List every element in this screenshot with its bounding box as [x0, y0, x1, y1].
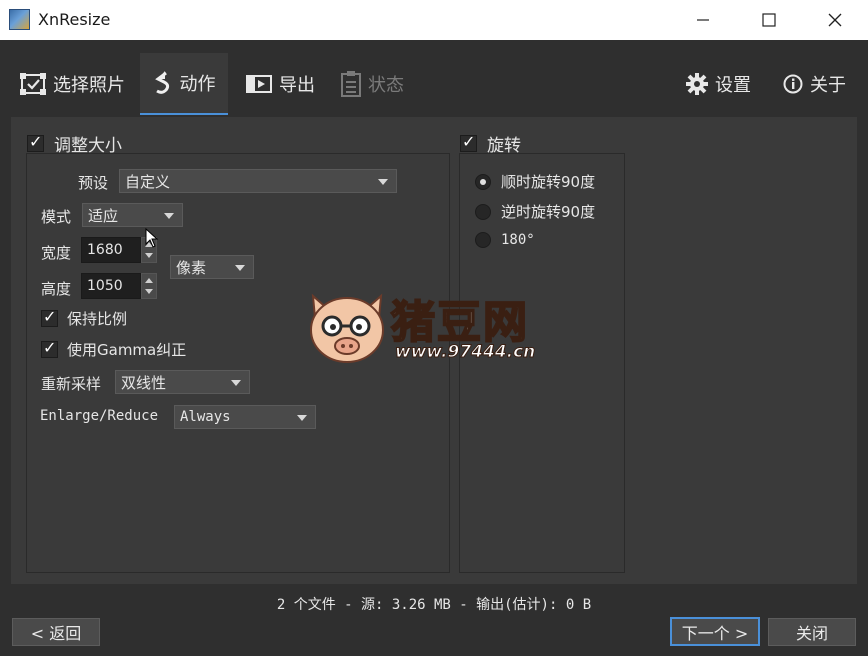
preset-select[interactable]: 自定义	[119, 169, 397, 193]
export-icon	[246, 75, 272, 93]
chevron-down-icon	[164, 213, 174, 219]
rotate-180-label: 180°	[501, 232, 535, 248]
tab-label: 动作	[179, 74, 216, 95]
chevron-down-icon	[378, 179, 388, 185]
unit-select[interactable]: 像素	[170, 255, 254, 279]
pig-logo-icon	[310, 293, 384, 363]
width-label: 宽度	[41, 244, 72, 262]
mode-label: 模式	[41, 208, 72, 226]
keep-ratio-checkbox[interactable]	[41, 307, 58, 327]
status-icon	[341, 71, 361, 97]
height-label: 高度	[41, 280, 72, 298]
rotate-ccw-option[interactable]: 逆时旋转90度	[475, 201, 595, 222]
height-spinbox[interactable]: 1050	[81, 273, 157, 299]
arrow-up-icon[interactable]	[145, 278, 153, 283]
tab-label: 状态	[368, 75, 404, 96]
resample-select[interactable]: 双线性	[115, 370, 250, 394]
mouse-cursor-icon	[145, 228, 159, 248]
rotate-ccw-label: 逆时旋转90度	[501, 203, 596, 221]
height-input[interactable]: 1050	[81, 273, 141, 299]
back-button[interactable]: < 返回	[12, 618, 100, 646]
chevron-down-icon	[235, 265, 245, 271]
watermark-title: 猪豆网	[390, 296, 529, 349]
preset-label: 预设	[78, 174, 109, 192]
radio-icon[interactable]	[475, 203, 491, 220]
main-toolbar: 选择照片 动作 导出 状态 设置 关于	[0, 40, 868, 116]
title-bar: XnResize	[0, 0, 868, 40]
close-window-button[interactable]	[812, 0, 858, 40]
resize-checkbox[interactable]	[27, 132, 44, 152]
about-button[interactable]: 关于	[783, 53, 846, 115]
window-title: XnResize	[38, 10, 111, 29]
about-label: 关于	[810, 75, 846, 96]
watermark: 猪豆网 www.97444.cn	[305, 288, 575, 368]
maximize-button[interactable]	[746, 0, 792, 40]
rotate-cw-label: 顺时旋转90度	[501, 173, 596, 191]
resample-value: 双线性	[121, 373, 167, 392]
select-photo-icon	[20, 73, 46, 95]
next-button[interactable]: 下一个 >	[670, 617, 760, 646]
width-input[interactable]: 1680	[81, 237, 141, 263]
tab-status[interactable]: 状态	[341, 53, 404, 115]
rotate-checkbox[interactable]	[460, 132, 477, 152]
gamma-option[interactable]: 使用Gamma纠正	[41, 338, 187, 360]
watermark-url: www.97444.cn	[394, 342, 536, 363]
gamma-label: 使用Gamma纠正	[67, 341, 187, 359]
minimize-button[interactable]	[680, 0, 726, 40]
action-icon	[154, 71, 169, 94]
app-logo-icon	[9, 9, 30, 30]
tab-select-photos[interactable]: 选择照片	[20, 53, 125, 115]
mode-value: 适应	[88, 206, 119, 225]
tab-label: 导出	[279, 75, 315, 96]
tab-export[interactable]: 导出	[246, 53, 315, 115]
settings-label: 设置	[715, 75, 751, 96]
info-icon	[783, 74, 803, 94]
radio-selected-icon[interactable]	[475, 173, 491, 190]
minimize-icon	[697, 19, 709, 21]
keep-ratio-option[interactable]: 保持比例	[41, 307, 128, 329]
resample-label: 重新采样	[41, 375, 102, 393]
gear-icon	[686, 73, 708, 95]
chevron-down-icon	[231, 380, 241, 386]
arrow-down-icon[interactable]	[145, 253, 153, 258]
chevron-down-icon	[297, 415, 307, 421]
mode-select[interactable]: 适应	[82, 203, 183, 227]
preset-value: 自定义	[125, 172, 171, 191]
status-text: 2 个文件 - 源: 3.26 MB - 输出(估计): 0 B	[276, 597, 592, 613]
rotate-cw-option[interactable]: 顺时旋转90度	[475, 171, 595, 192]
enlarge-reduce-value: Always	[180, 409, 231, 425]
keep-ratio-label: 保持比例	[67, 310, 128, 328]
maximize-icon	[762, 13, 776, 27]
gamma-checkbox[interactable]	[41, 338, 58, 358]
unit-value: 像素	[176, 258, 207, 277]
rotate-180-option[interactable]: 180°	[475, 232, 535, 248]
close-icon	[828, 13, 842, 27]
close-button[interactable]: 关闭	[768, 618, 856, 646]
radio-icon[interactable]	[475, 232, 491, 248]
enlarge-reduce-label: Enlarge/Reduce	[40, 408, 159, 424]
settings-button[interactable]: 设置	[686, 53, 751, 115]
arrow-down-icon[interactable]	[145, 289, 153, 294]
tab-label: 选择照片	[53, 75, 125, 96]
height-stepper[interactable]	[141, 273, 157, 299]
tab-action[interactable]: 动作	[140, 53, 228, 115]
enlarge-reduce-select[interactable]: Always	[174, 405, 316, 429]
